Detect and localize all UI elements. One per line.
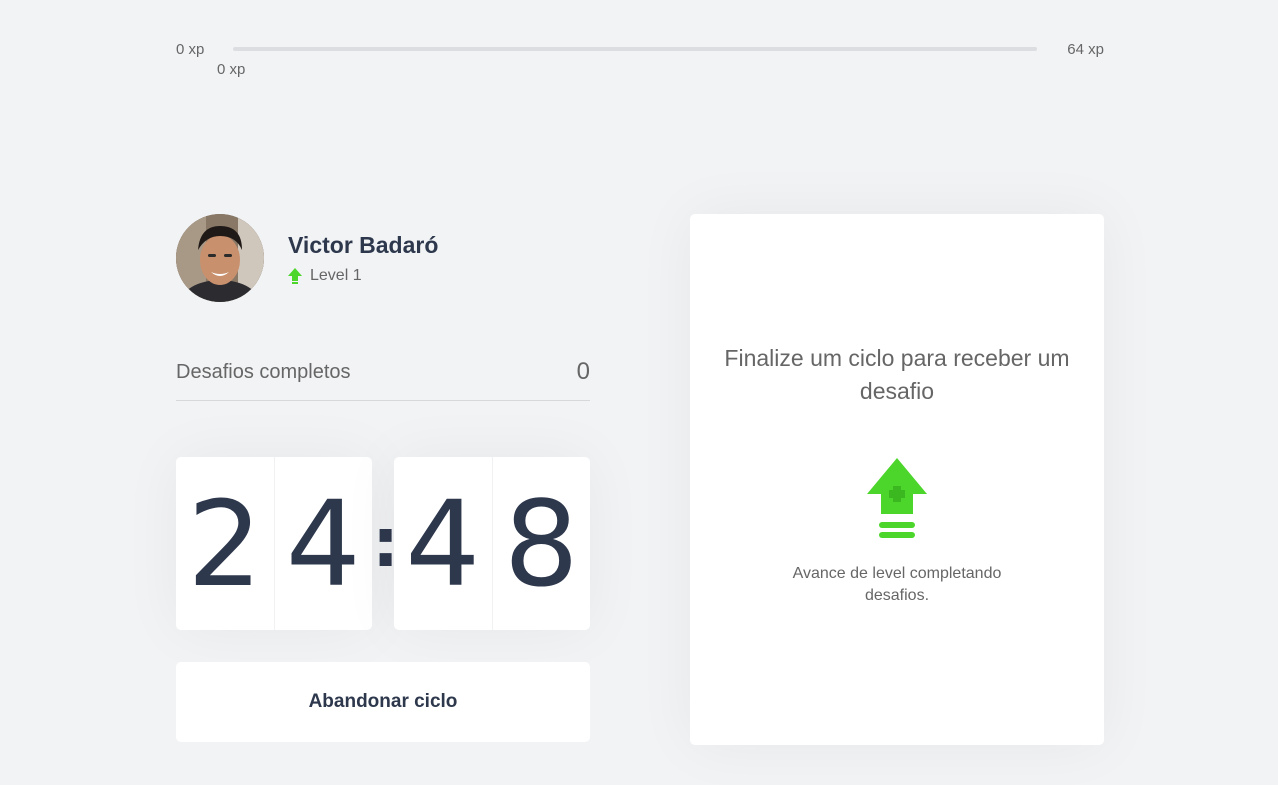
experience-bar: 0 xp 0 xp 64 xp bbox=[176, 40, 1104, 80]
minute-digit-right: 4 bbox=[273, 457, 373, 630]
xp-max-label: 64 xp bbox=[1067, 41, 1104, 58]
minute-digit-left: 2 bbox=[187, 474, 263, 613]
profile: Victor Badaró Level 1 bbox=[176, 214, 590, 302]
xp-current-label: 0 xp bbox=[217, 61, 246, 78]
level-label: Level 1 bbox=[310, 266, 362, 284]
challenge-box-hint: Avance de level completando desafios. bbox=[792, 565, 1002, 604]
completed-challenges-count: 0 bbox=[576, 358, 590, 385]
level-up-arrow-icon bbox=[288, 267, 302, 284]
profile-name: Victor Badaró bbox=[288, 231, 439, 258]
profile-level: Level 1 bbox=[288, 267, 438, 285]
countdown: 2 4 : 4 8 bbox=[176, 457, 590, 630]
challenge-box-title: Finalize um ciclo para receber um desafi… bbox=[724, 345, 1070, 404]
abandon-cycle-button[interactable]: Abandonar ciclo bbox=[176, 662, 590, 742]
completed-challenges-label: Desafios completos bbox=[176, 360, 351, 383]
profile-info: Victor Badaró Level 1 bbox=[288, 232, 438, 285]
countdown-separator: : bbox=[372, 503, 400, 583]
second-digit-left: 4 bbox=[405, 474, 481, 613]
level-up-icon bbox=[867, 458, 927, 545]
avatar bbox=[176, 214, 264, 302]
left-column: Victor Badaró Level 1 Desafios completos… bbox=[176, 214, 590, 742]
countdown-minutes: 2 4 bbox=[176, 457, 372, 630]
challenge-box: Finalize um ciclo para receber um desafi… bbox=[690, 214, 1104, 745]
completed-challenges: Desafios completos 0 bbox=[176, 358, 590, 401]
xp-progress-track bbox=[233, 47, 1037, 51]
xp-min-label: 0 xp bbox=[176, 41, 205, 58]
second-digit-right: 8 bbox=[491, 457, 591, 630]
countdown-seconds: 4 8 bbox=[394, 457, 590, 630]
